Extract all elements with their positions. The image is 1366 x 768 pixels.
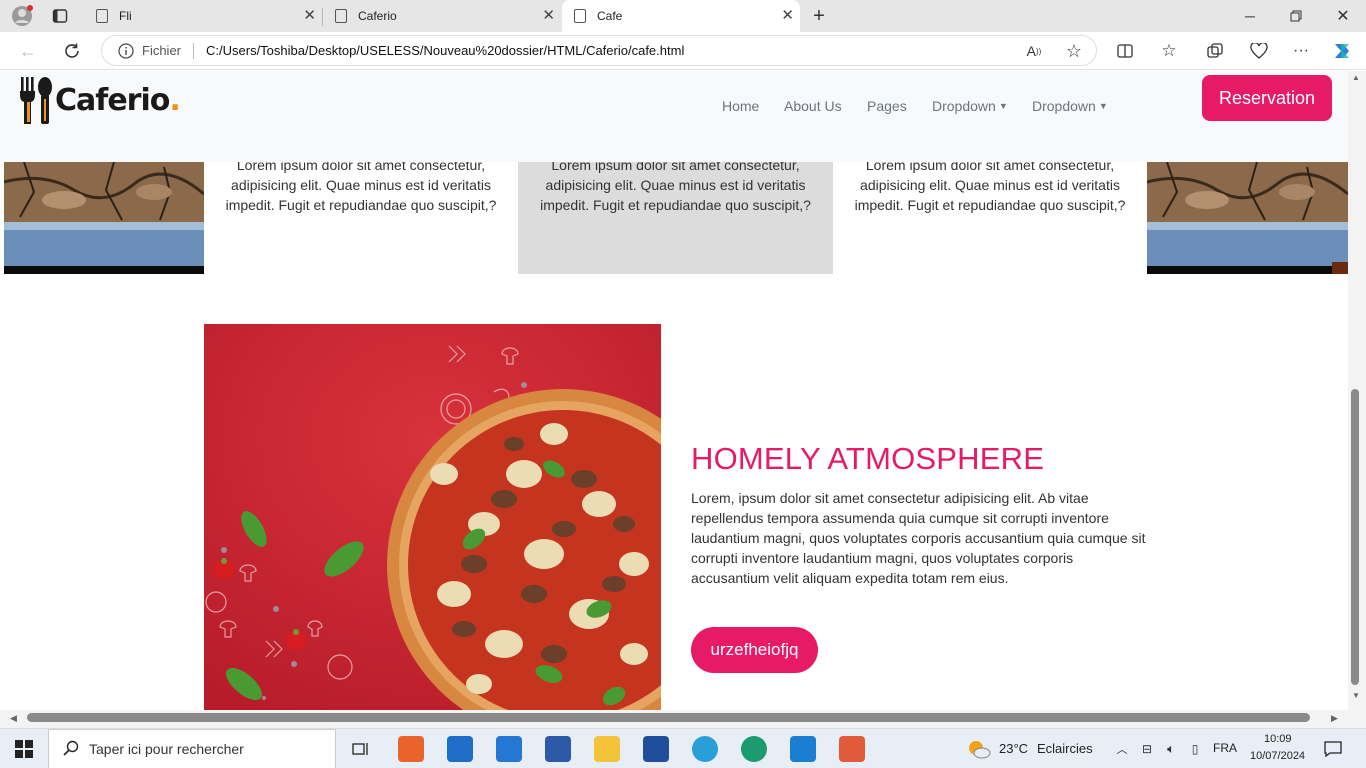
- close-tab-icon[interactable]: ✕: [542, 8, 555, 24]
- feature-button[interactable]: urzefheiofjq: [691, 627, 818, 673]
- horizontal-scrollbar[interactable]: ◀ ▶: [0, 710, 1366, 728]
- nav-home[interactable]: Home: [722, 98, 759, 114]
- read-aloud-icon[interactable]: A)): [1024, 42, 1044, 60]
- rock-image-right: [1147, 162, 1348, 274]
- profile-avatar-icon[interactable]: [10, 4, 34, 28]
- windows-taskbar: Taper ici pour rechercher 23°C Eclaircie…: [0, 728, 1366, 768]
- logo-text: Caferio.: [55, 83, 181, 118]
- network-icon[interactable]: ⊟: [1137, 739, 1157, 759]
- scrollbar-thumb[interactable]: [1351, 389, 1359, 685]
- address-bar[interactable]: Fichier C:/Users/Toshiba/Desktop/USELESS…: [101, 35, 1097, 66]
- scroll-down-icon[interactable]: ▼: [1352, 691, 1360, 700]
- card-text: Lorem ipsum dolor sit amet consectetur, …: [540, 157, 811, 213]
- clock-date[interactable]: 10/07/2024: [1250, 750, 1305, 762]
- telegram-icon[interactable]: [692, 736, 718, 762]
- word-icon[interactable]: [545, 736, 571, 762]
- feature-title: HOMELY ATMOSPHERE: [691, 441, 1045, 476]
- browser-tab-strip: Fli ✕ Caferio ✕ Cafe ✕ + ─ ✕: [0, 0, 1366, 32]
- minimize-icon[interactable]: ─: [1240, 6, 1260, 26]
- card-text: Lorem ipsum dolor sit amet consectetur, …: [854, 157, 1126, 213]
- feature-card-1: Lorem ipsum dolor sit amet consectetur, …: [204, 157, 518, 274]
- copilot-icon[interactable]: [1330, 39, 1354, 63]
- mail-icon[interactable]: [447, 736, 473, 762]
- snipping-tool-icon[interactable]: [839, 736, 865, 762]
- volume-icon[interactable]: 🔈︎: [1161, 739, 1181, 759]
- refresh-icon[interactable]: [60, 40, 84, 62]
- tab-fli[interactable]: Fli ✕: [86, 0, 322, 32]
- page-icon: [335, 9, 347, 23]
- favorite-star-icon[interactable]: ☆: [1064, 41, 1084, 61]
- pizza-image: [204, 324, 661, 710]
- close-tab-icon[interactable]: ✕: [781, 8, 794, 24]
- webpage-viewport: Lorem ipsum dolor sit amet consectetur, …: [0, 71, 1348, 710]
- vertical-scrollbar[interactable]: ▲ ▼: [1348, 71, 1366, 710]
- close-tab-icon[interactable]: ✕: [303, 8, 316, 24]
- scroll-right-icon[interactable]: ▶: [1331, 713, 1338, 724]
- clock-time[interactable]: 10:09: [1264, 733, 1292, 745]
- site-navbar: Caferio. Home About Us Pages Dropdown ▼ D…: [0, 71, 1348, 162]
- notification-icon[interactable]: [1322, 738, 1344, 760]
- weather-icon[interactable]: [966, 737, 992, 761]
- taskbar-search-box[interactable]: Taper ici pour rechercher: [48, 729, 336, 768]
- feature-card-3: Lorem ipsum dolor sit amet consectetur, …: [833, 157, 1147, 274]
- split-screen-icon[interactable]: [1114, 41, 1136, 61]
- scroll-up-icon[interactable]: ▲: [1352, 73, 1360, 82]
- back-icon[interactable]: ←: [16, 40, 40, 62]
- scrollbar-thumb[interactable]: [27, 713, 1310, 722]
- page-icon: [574, 9, 586, 23]
- word-doc-icon[interactable]: [643, 736, 669, 762]
- chevron-up-icon[interactable]: ︿: [1114, 739, 1130, 759]
- tab-title: Fli: [119, 9, 132, 23]
- collections-icon[interactable]: [1204, 41, 1226, 61]
- search-placeholder: Taper ici pour rechercher: [89, 741, 244, 757]
- store-icon[interactable]: [496, 736, 522, 762]
- windows-start-icon[interactable]: [14, 739, 34, 759]
- rock-image-left: [4, 162, 204, 274]
- card-text: Lorem ipsum dolor sit amet consectetur, …: [225, 157, 497, 213]
- weather-temp: 23°C: [999, 741, 1029, 756]
- tab-title: Cafe: [597, 9, 623, 23]
- weather-condition: Eclaircies: [1037, 741, 1093, 756]
- caferio-logo[interactable]: Caferio.: [18, 75, 181, 127]
- nav-dropdown-1[interactable]: Dropdown ▼: [932, 98, 1008, 114]
- reservation-button[interactable]: Reservation: [1202, 75, 1332, 121]
- url-text[interactable]: C:/Users/Toshiba/Desktop/USELESS/Nouveau…: [206, 43, 684, 58]
- feature-card-2: Lorem ipsum dolor sit amet consectetur, …: [518, 157, 833, 274]
- close-window-icon[interactable]: ✕: [1332, 5, 1354, 27]
- scroll-left-icon[interactable]: ◀: [10, 713, 17, 724]
- address-divider: [193, 42, 195, 59]
- task-view-icon[interactable]: [350, 738, 372, 760]
- more-menu-icon[interactable]: ···: [1290, 40, 1312, 62]
- page-icon: [96, 9, 108, 23]
- nav-dropdown-2[interactable]: Dropdown ▼: [1032, 98, 1108, 114]
- file-explorer-icon[interactable]: [594, 736, 620, 762]
- tab-actions-icon[interactable]: [50, 7, 70, 25]
- browser-toolbar: ← Fichier C:/Users/Toshiba/Desktop/USELE…: [0, 32, 1366, 70]
- favorites-icon[interactable]: ☆: [1158, 40, 1180, 62]
- search-icon: [63, 740, 79, 759]
- nav-pages[interactable]: Pages: [867, 98, 907, 114]
- feature-text: Lorem, ipsum dolor sit amet consectetur …: [691, 490, 1146, 586]
- edge-icon[interactable]: [741, 736, 767, 762]
- vscode-icon[interactable]: [790, 736, 816, 762]
- app-icon-orange[interactable]: [398, 736, 424, 762]
- input-language[interactable]: FRA: [1213, 741, 1237, 755]
- tab-cafe[interactable]: Cafe ✕: [562, 0, 800, 32]
- nav-about-us[interactable]: About Us: [784, 98, 842, 114]
- caret-down-icon: ▼: [1098, 101, 1108, 111]
- info-icon[interactable]: [118, 43, 134, 59]
- tab-title: Caferio: [358, 9, 397, 23]
- caret-down-icon: ▼: [998, 101, 1008, 111]
- scheme-label: Fichier: [142, 43, 182, 58]
- new-tab-icon[interactable]: +: [808, 5, 830, 27]
- browser-essentials-icon[interactable]: [1248, 41, 1270, 61]
- battery-icon[interactable]: ▯: [1186, 739, 1204, 759]
- restore-icon[interactable]: [1286, 6, 1306, 26]
- tab-caferio[interactable]: Caferio ✕: [323, 0, 561, 32]
